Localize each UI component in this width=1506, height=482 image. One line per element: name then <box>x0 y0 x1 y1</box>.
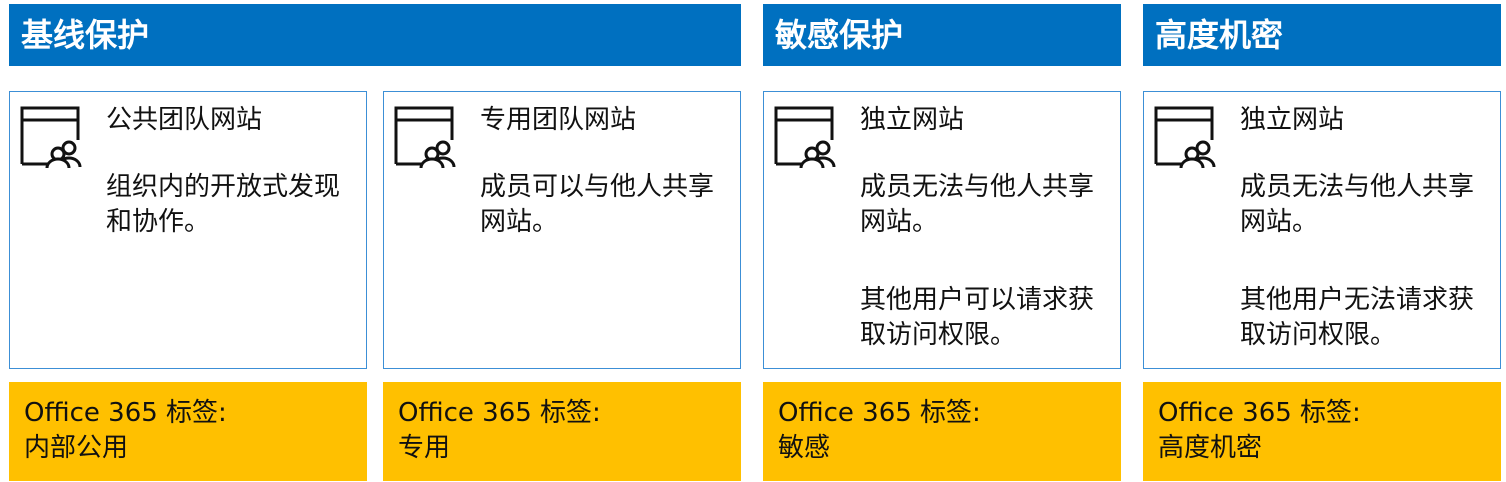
card-isolated-site-sensitive: 独立网站 成员无法与他人共享网站。 其他用户可以请求获取访问权限。 <box>763 91 1121 369</box>
protection-levels-diagram: 基线保护 敏感保护 高度机密 公共团队网站 组织内的开放式发现和协作。 专用团队… <box>0 0 1506 482</box>
label-box-sensitive: Office 365 标签: 敏感 <box>763 382 1121 481</box>
label-name: 高度机密 <box>1158 433 1263 463</box>
label-box-general: Office 365 标签: 内部公用 <box>9 382 367 481</box>
label-prefix: Office 365 标签: <box>1158 398 1361 428</box>
label-name: 内部公用 <box>24 433 129 463</box>
label-name: 敏感 <box>778 433 831 463</box>
label-prefix: Office 365 标签: <box>398 398 601 428</box>
header-highly-confidential: 高度机密 <box>1143 4 1501 66</box>
card-title: 专用团队网站 <box>480 105 637 135</box>
label-prefix: Office 365 标签: <box>24 398 227 428</box>
card-access-note: 其他用户无法请求获取访问权限。 <box>1240 285 1475 350</box>
card-description: 成员可以与他人共享网站。 <box>480 172 715 237</box>
label-name: 专用 <box>398 433 451 463</box>
card-isolated-site-confidential: 独立网站 成员无法与他人共享网站。 其他用户无法请求获取访问权限。 <box>1143 91 1501 369</box>
site-members-icon <box>1154 106 1216 168</box>
card-description: 组织内的开放式发现和协作。 <box>106 172 341 237</box>
card-title: 独立网站 <box>860 105 965 135</box>
card-title: 公共团队网站 <box>106 105 263 135</box>
site-members-icon <box>20 106 82 168</box>
card-access-note: 其他用户可以请求获取访问权限。 <box>860 285 1095 350</box>
card-public-team-site: 公共团队网站 组织内的开放式发现和协作。 <box>9 91 367 369</box>
site-members-icon <box>774 106 836 168</box>
header-sensitive-protection: 敏感保护 <box>763 4 1121 66</box>
card-description: 成员无法与他人共享网站。 <box>860 172 1095 237</box>
site-members-icon <box>394 106 456 168</box>
label-box-highly-confidential: Office 365 标签: 高度机密 <box>1143 382 1501 481</box>
card-description: 成员无法与他人共享网站。 <box>1240 172 1475 237</box>
label-prefix: Office 365 标签: <box>778 398 981 428</box>
card-private-team-site: 专用团队网站 成员可以与他人共享网站。 <box>383 91 741 369</box>
card-title: 独立网站 <box>1240 105 1345 135</box>
label-box-private: Office 365 标签: 专用 <box>383 382 741 481</box>
header-baseline-protection: 基线保护 <box>9 4 741 66</box>
